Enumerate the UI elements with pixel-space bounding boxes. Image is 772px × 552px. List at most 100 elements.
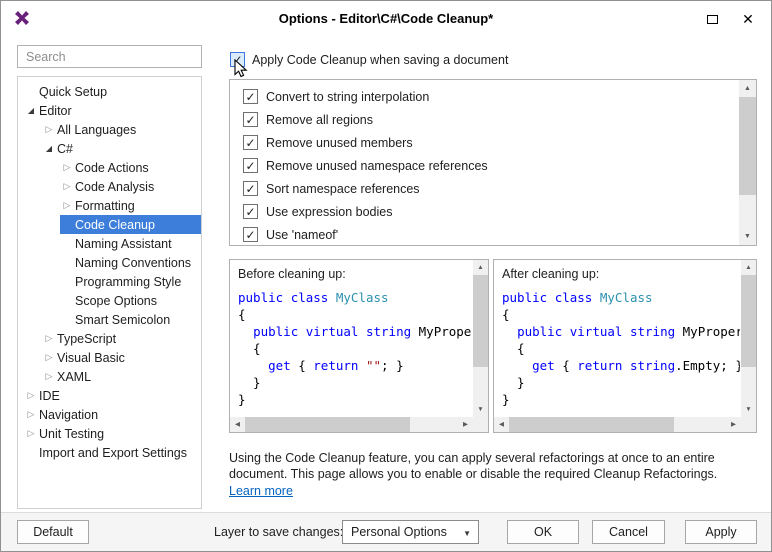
cleanup-option-checkbox[interactable]: ✓	[243, 112, 258, 127]
tree-item-label: All Languages	[56, 123, 136, 137]
scrollbar-thumb[interactable]	[473, 275, 488, 367]
apply-on-save-label: Apply Code Cleanup when saving a documen…	[252, 53, 508, 67]
cancel-button[interactable]: Cancel	[592, 520, 665, 544]
tree-item-ide[interactable]: ▷IDE	[24, 386, 201, 405]
after-horizontal-scrollbar[interactable]: ◀ ▶	[494, 417, 741, 432]
tree-item-formatting[interactable]: ▷Formatting	[60, 196, 201, 215]
tree-item-label: Code Actions	[74, 161, 149, 175]
expand-icon[interactable]: ▷	[42, 348, 56, 367]
mouse-cursor-icon	[234, 59, 248, 79]
tree-item-smart-semicolon[interactable]: Smart Semicolon	[60, 310, 201, 329]
tree-item-c[interactable]: ◢C#	[42, 139, 201, 158]
tree-item-scope-options[interactable]: Scope Options	[60, 291, 201, 310]
expand-icon[interactable]: ▷	[42, 329, 56, 348]
tree-item-label: Navigation	[38, 408, 98, 422]
search-input[interactable]	[17, 45, 202, 68]
cleanup-option-checkbox[interactable]: ✓	[243, 135, 258, 150]
learn-more-link[interactable]: Learn more	[229, 484, 293, 498]
after-vertical-scrollbar[interactable]: ▲ ▼	[741, 260, 756, 417]
ok-button[interactable]: OK	[507, 520, 579, 544]
scrollbar-thumb[interactable]	[741, 275, 756, 367]
cleanup-option-use-expression-bodies: ✓ Use expression bodies	[230, 200, 739, 223]
tree-item-naming-assistant[interactable]: Naming Assistant	[60, 234, 201, 253]
tree-item-editor[interactable]: ◢Editor	[24, 101, 201, 120]
expand-icon[interactable]: ▷	[60, 158, 74, 177]
scroll-up-icon[interactable]: ▲	[473, 260, 488, 275]
tree-item-code-actions[interactable]: ▷Code Actions	[60, 158, 201, 177]
tree-item-unit-testing[interactable]: ▷Unit Testing	[24, 424, 201, 443]
tree-item-label: Editor	[38, 104, 72, 118]
default-button[interactable]: Default	[17, 520, 89, 544]
expand-icon[interactable]: ▷	[24, 386, 38, 405]
scroll-up-icon[interactable]: ▲	[739, 80, 756, 97]
tree-item-typescript[interactable]: ▷TypeScript	[42, 329, 201, 348]
tree-item-all-languages[interactable]: ▷All Languages	[42, 120, 201, 139]
before-horizontal-scrollbar[interactable]: ◀ ▶	[230, 417, 473, 432]
cleanup-option-checkbox[interactable]: ✓	[243, 227, 258, 242]
expand-icon[interactable]: ▷	[60, 196, 74, 215]
expand-icon[interactable]: ▷	[42, 367, 56, 386]
collapse-icon[interactable]: ◢	[24, 101, 38, 120]
tree-item-label: XAML	[56, 370, 91, 384]
feature-description: Using the Code Cleanup feature, you can …	[229, 450, 761, 482]
options-dialog: Options - Editor\C#\Code Cleanup* ✕ Quic…	[0, 0, 772, 552]
expand-icon[interactable]: ▷	[60, 177, 74, 196]
scrollbar-thumb[interactable]	[245, 417, 410, 432]
tree-item-code-analysis[interactable]: ▷Code Analysis	[60, 177, 201, 196]
tree-item-label: Import and Export Settings	[38, 446, 187, 460]
tree-item-quick-setup[interactable]: Quick Setup	[24, 82, 201, 101]
cleanup-option-convert-to-string-interpolation: ✓ Convert to string interpolation	[230, 85, 739, 108]
scrollbar-thumb[interactable]	[739, 97, 756, 195]
cleanup-option-label: Convert to string interpolation	[266, 90, 429, 104]
cleanup-option-label: Sort namespace references	[266, 182, 420, 196]
checkmark-icon: ✓	[245, 160, 255, 172]
tree-item-visual-basic[interactable]: ▷Visual Basic	[42, 348, 201, 367]
tree-item-naming-conventions[interactable]: Naming Conventions	[60, 253, 201, 272]
tree-item-label: Naming Assistant	[74, 237, 172, 251]
tree-item-code-cleanup[interactable]: Code Cleanup	[60, 215, 201, 234]
cleanup-option-sort-namespace-references: ✓ Sort namespace references	[230, 177, 739, 200]
tree-item-label: Visual Basic	[56, 351, 125, 365]
cleanup-option-checkbox[interactable]: ✓	[243, 158, 258, 173]
before-panel: Before cleaning up: public class MyClass…	[229, 259, 489, 433]
cleanup-option-label: Remove all regions	[266, 113, 373, 127]
list-vertical-scrollbar[interactable]: ▲ ▼	[739, 80, 756, 245]
scroll-up-icon[interactable]: ▲	[741, 260, 756, 275]
tree-item-label: Programming Style	[74, 275, 181, 289]
scroll-down-icon[interactable]: ▼	[741, 402, 756, 417]
scroll-down-icon[interactable]: ▼	[473, 402, 488, 417]
cleanup-option-checkbox[interactable]: ✓	[243, 181, 258, 196]
collapse-icon[interactable]: ◢	[42, 139, 56, 158]
title-bar: Options - Editor\C#\Code Cleanup* ✕	[1, 1, 771, 35]
maximize-button[interactable]	[699, 8, 725, 30]
code-line: }	[502, 391, 740, 408]
scrollbar-thumb[interactable]	[509, 417, 674, 432]
code-line: public virtual string MyProperty	[502, 323, 740, 340]
cleanup-option-label: Use expression bodies	[266, 205, 392, 219]
tree-item-navigation[interactable]: ▷Navigation	[24, 405, 201, 424]
expand-icon[interactable]: ▷	[24, 405, 38, 424]
tree-item-xaml[interactable]: ▷XAML	[42, 367, 201, 386]
cleanup-option-checkbox[interactable]: ✓	[243, 204, 258, 219]
before-code: public class MyClass{ public virtual str…	[238, 289, 472, 416]
scroll-down-icon[interactable]: ▼	[739, 228, 756, 245]
tree-item-import-and-export-settings[interactable]: Import and Export Settings	[24, 443, 201, 462]
maximize-icon	[707, 15, 718, 24]
scroll-left-icon[interactable]: ◀	[494, 417, 509, 432]
tree-item-label: C#	[56, 142, 73, 156]
checkmark-icon: ✓	[245, 229, 255, 241]
apply-button[interactable]: Apply	[685, 520, 757, 544]
after-panel: After cleaning up: public class MyClass{…	[493, 259, 757, 433]
cleanup-option-checkbox[interactable]: ✓	[243, 89, 258, 104]
layer-select[interactable]: Personal Options ▼	[342, 520, 479, 544]
scroll-left-icon[interactable]: ◀	[230, 417, 245, 432]
expand-icon[interactable]: ▷	[24, 424, 38, 443]
tree-item-programming-style[interactable]: Programming Style	[60, 272, 201, 291]
scroll-right-icon[interactable]: ▶	[726, 417, 741, 432]
scroll-right-icon[interactable]: ▶	[458, 417, 473, 432]
tree-item-label: Smart Semicolon	[74, 313, 170, 327]
checkmark-icon: ✓	[245, 183, 255, 195]
before-vertical-scrollbar[interactable]: ▲ ▼	[473, 260, 488, 417]
close-button[interactable]: ✕	[735, 8, 761, 30]
expand-icon[interactable]: ▷	[42, 120, 56, 139]
